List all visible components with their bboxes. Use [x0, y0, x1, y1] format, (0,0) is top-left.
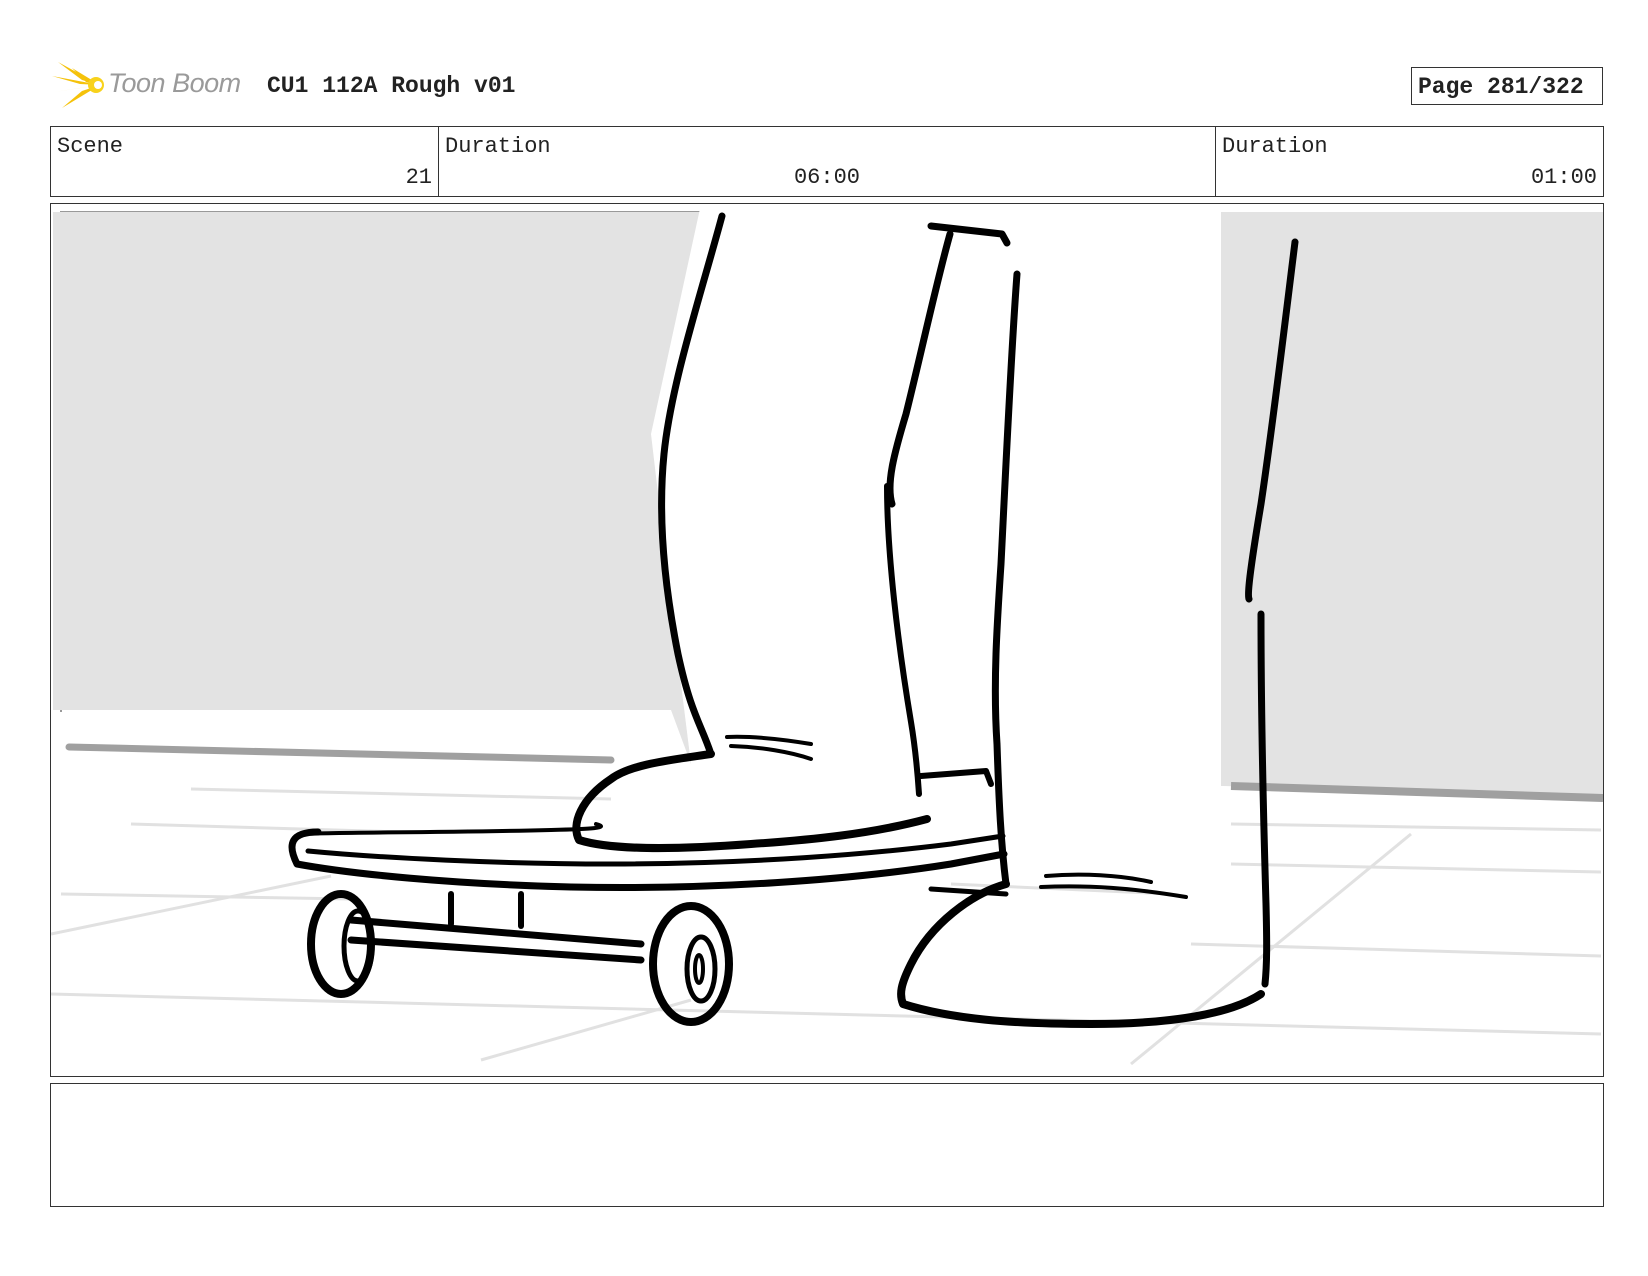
panel-duration-label: Duration	[445, 134, 551, 159]
storyboard-drawing	[51, 204, 1603, 1076]
page-indicator: Page 281/322	[1411, 67, 1603, 105]
scene-duration-label: Duration	[1222, 134, 1328, 159]
scene-duration-value: 01:00	[1530, 165, 1597, 190]
storyboard-panel	[50, 203, 1604, 1077]
toon-boom-burst-icon	[52, 62, 104, 108]
panel-duration-value: 06:00	[793, 165, 860, 190]
scene-value: 21	[405, 165, 432, 190]
panel-notes-box[interactable]	[50, 1083, 1604, 1207]
logo-text: Toon Boom	[108, 68, 241, 98]
scene-label: Scene	[57, 134, 124, 159]
scene-duration-cell: Duration 01:00	[1216, 127, 1603, 196]
panel-duration-cell: Duration 06:00	[439, 127, 1216, 196]
scene-cell: Scene 21	[51, 127, 439, 196]
panel-info-row: Scene 21 Duration 06:00 Duration 01:00	[50, 126, 1604, 197]
document-title: CU1 112A Rough v01	[267, 73, 516, 99]
toon-boom-logo: Toon Boom	[52, 58, 252, 112]
page-number: Page 281/322	[1418, 74, 1584, 100]
